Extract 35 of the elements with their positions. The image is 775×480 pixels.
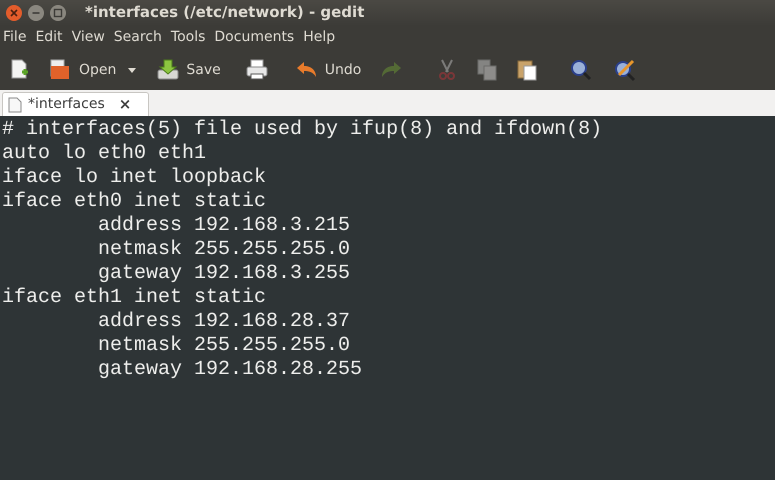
code-line: iface lo inet loopback: [2, 166, 266, 190]
code-line: auto lo eth0 eth1: [2, 142, 206, 166]
code-line: netmask 255.255.255.0: [97, 334, 350, 358]
menu-item[interactable]: Help: [303, 27, 336, 48]
printer-icon: [244, 58, 269, 82]
close-tab-button[interactable]: ×: [118, 93, 132, 116]
caret-icon: [128, 68, 136, 72]
code-line: iface eth0 inet static: [2, 190, 266, 214]
save-button[interactable]: Save: [153, 55, 224, 85]
minimize-icon[interactable]: [27, 4, 45, 22]
close-icon[interactable]: [5, 4, 23, 22]
menu-item[interactable]: Edit: [35, 27, 63, 48]
menu-item[interactable]: File: [3, 27, 26, 48]
code-line: # interfaces(5) file used by ifup(8) and ifdown(8): [2, 118, 602, 142]
code-line: iface eth1 inet static: [2, 286, 266, 310]
code-line: address 192.168.28.37: [97, 310, 350, 334]
download-tray-icon: [156, 58, 180, 82]
search-pencil-icon: [613, 58, 638, 82]
code-line: gateway 192.168.3.255: [97, 262, 350, 286]
document-icon: [8, 96, 22, 112]
menu-item[interactable]: Documents: [214, 27, 294, 48]
code-line: netmask 255.255.255.0: [97, 238, 350, 262]
maximize-icon[interactable]: [49, 4, 67, 22]
copy-pages-icon: [475, 58, 500, 82]
file-tab[interactable]: *interfaces ×: [2, 92, 150, 116]
undo-button[interactable]: Undo: [292, 55, 364, 85]
code-line: address 192.168.3.215: [97, 214, 350, 238]
open-button[interactable]: Open: [46, 55, 120, 85]
menu-item[interactable]: View: [72, 27, 105, 48]
window-title: *interfaces (/etc/network) - gedit: [85, 2, 364, 24]
menu-item[interactable]: Search: [114, 27, 162, 48]
clipboard-icon: [515, 58, 540, 82]
search-icon: [569, 58, 594, 82]
code-line: gateway 192.168.28.255: [97, 358, 362, 382]
menu-item[interactable]: Tools: [170, 27, 206, 48]
